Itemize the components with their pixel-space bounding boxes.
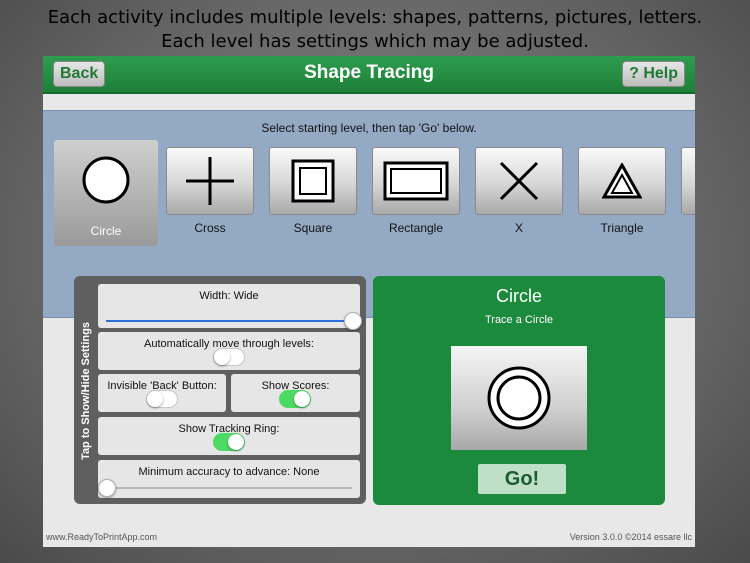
level-circle[interactable]: Circle [54,140,158,246]
go-button[interactable]: Go! [478,464,566,494]
x-icon [499,161,539,201]
tracking-ring-toggle[interactable] [213,433,245,451]
width-slider-knob[interactable] [344,312,362,330]
preview-shape-box [451,346,587,450]
settings-tab-label: Tap to Show/Hide Settings [80,322,92,460]
square-icon [291,159,335,203]
tracking-ring-setting: Show Tracking Ring: [98,417,360,455]
invisible-back-toggle[interactable] [146,390,178,408]
footer: www.ReadyToPrintApp.com Version 3.0.0 ©2… [43,528,695,547]
preview-subtitle: Trace a Circle [484,314,554,326]
caption-line-2: Each level has settings which may be adj… [161,31,589,52]
settings-panel: Tap to Show/Hide Settings Width: Wide Au… [74,276,366,504]
level-cross[interactable]: Cross [166,147,254,235]
level-square[interactable]: Square [269,147,357,235]
title-bar: Back Shape Tracing ? Help [43,56,695,94]
min-accuracy-slider-knob[interactable] [98,479,116,497]
width-slider-fill [106,320,352,322]
level-prompt: Select starting level, then tap 'Go' bel… [261,121,477,135]
auto-move-toggle[interactable] [213,348,245,366]
preview-title: Circle [495,286,542,306]
width-label: Width: Wide [199,290,259,302]
help-button[interactable]: ? Help [622,61,685,87]
level-triangle[interactable]: Triangle [578,147,666,235]
level-label: X [514,221,523,235]
level-preview-panel: Circle Trace a Circle Go! [373,276,665,505]
page-title: Shape Tracing [304,62,434,83]
level-x[interactable]: X [475,147,563,235]
triangle-icon [602,163,642,199]
circle-icon [487,366,551,430]
level-label: Square [293,221,333,235]
level-label: Circle [90,224,122,238]
footer-website[interactable]: www.ReadyToPrintApp.com [46,532,157,542]
level-next-partial[interactable] [681,147,695,215]
min-accuracy-label: Minimum accuracy to advance: None [138,466,320,478]
settings-toggle-tab[interactable]: Tap to Show/Hide Settings [78,286,94,496]
width-slider[interactable] [106,312,362,330]
min-accuracy-setting: Minimum accuracy to advance: None [98,460,360,498]
show-scores-setting: Show Scores: [231,374,360,412]
min-accuracy-slider[interactable] [98,479,352,497]
auto-move-setting: Automatically move through levels: [98,332,360,370]
width-setting: Width: Wide [98,284,362,330]
level-label: Rectangle [388,221,444,235]
level-label: Cross [194,221,226,235]
level-label: Triangle [600,221,644,235]
rectangle-icon [383,161,449,201]
show-scores-toggle[interactable] [279,390,311,408]
invisible-back-setting: Invisible 'Back' Button: [98,374,226,412]
footer-version: Version 3.0.0 ©2014 essare llc [569,532,692,542]
level-rectangle[interactable]: Rectangle [372,147,460,235]
caption-line-1: Each activity includes multiple levels: … [47,7,703,28]
circle-icon [82,156,130,204]
app-window: Back Shape Tracing ? Help Select startin… [43,56,695,547]
cross-icon [186,157,234,205]
